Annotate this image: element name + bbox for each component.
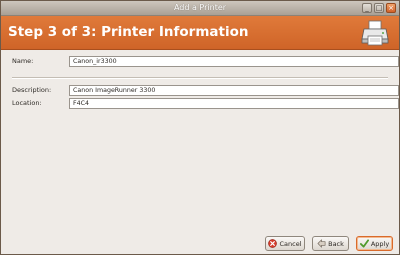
window-controls: _ □ × [362,3,396,13]
maximize-button[interactable]: □ [374,3,384,13]
apply-button[interactable]: Apply [356,236,393,251]
window-title: Add a Printer [173,3,227,12]
wizard-header: Step 3 of 3: Printer Information [1,16,399,50]
printer-icon [361,20,389,46]
add-printer-window: Add a Printer _ □ × Step 3 of 3: Printer… [0,0,400,255]
separator [12,77,388,79]
checkmark-icon [359,239,369,248]
button-bar: Cancel Back Apply [1,229,399,254]
back-label: Back [328,239,344,248]
cancel-label: Cancel [279,239,302,248]
back-arrow-icon [317,239,326,248]
close-button[interactable]: × [386,3,396,13]
apply-label: Apply [370,239,390,248]
cancel-button[interactable]: Cancel [265,236,305,251]
name-label: Name: [12,57,34,65]
name-field[interactable] [69,56,399,67]
description-field[interactable] [69,85,399,96]
location-field[interactable] [69,98,399,109]
minimize-button[interactable]: _ [362,3,372,13]
page-title: Step 3 of 3: Printer Information [8,24,249,40]
location-label: Location: [12,99,42,107]
cancel-icon [268,239,278,248]
description-label: Description: [12,86,52,94]
window-titlebar[interactable]: Add a Printer _ □ × [1,1,399,16]
back-button[interactable]: Back [312,236,349,251]
